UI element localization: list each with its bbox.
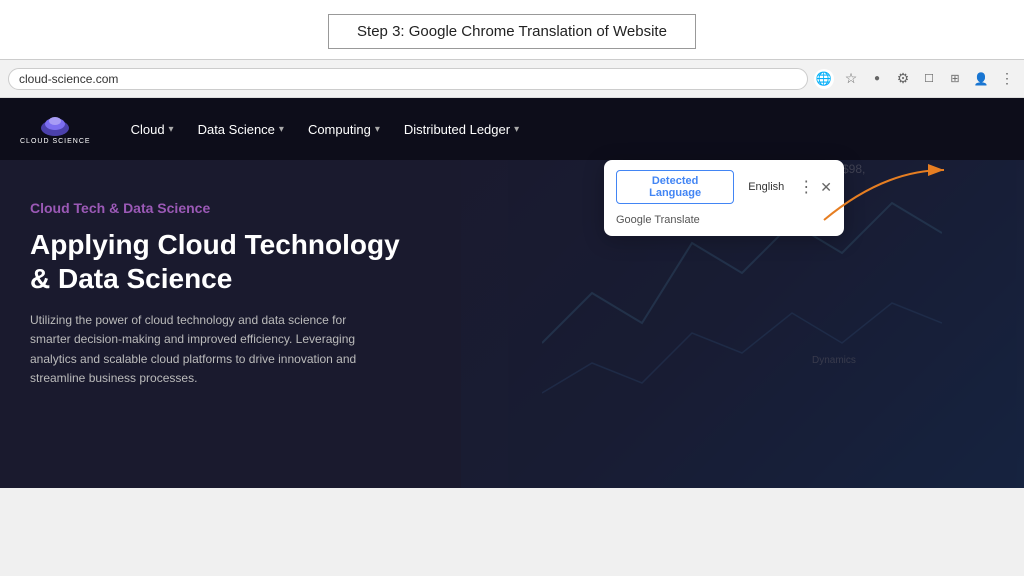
step-label-container: Step 3: Google Chrome Translation of Web… [0,0,1024,59]
nav-distributed-ledger-label: Distributed Ledger [404,122,510,137]
address-bar[interactable]: cloud-science.com [8,68,808,90]
nav-distributed-ledger-chevron: ▾ [514,124,519,135]
tab-icon[interactable]: ☐ [920,70,938,88]
nav-item-distributed-ledger[interactable]: Distributed Ledger ▾ [404,122,519,137]
nav-items: Cloud ▾ Data Science ▾ Computing ▾ Distr… [131,122,1004,137]
profile-circle-icon[interactable]: ● [868,70,886,88]
translate-popup-buttons-row: Detected Language English ⋮ ✕ [616,170,832,204]
nav-data-science-chevron: ▾ [279,124,284,135]
account-icon[interactable]: 👤 [972,70,990,88]
nav-computing-label: Computing [308,122,371,137]
nav-computing-chevron: ▾ [375,124,380,135]
url-text: cloud-science.com [19,72,118,86]
nav-item-computing[interactable]: Computing ▾ [308,122,380,137]
nav-cloud-chevron: ▾ [169,124,174,135]
more-options-icon[interactable]: ⋮ [998,70,1016,88]
website-content: $98, Dynamics CLOUD SCIENCE Cloud ▾ Data… [0,98,1024,488]
translate-icon[interactable]: 🌐 [814,69,834,89]
bookmark-icon[interactable]: ☆ [842,70,860,88]
nav-bar: CLOUD SCIENCE Cloud ▾ Data Science ▾ Com… [0,98,1024,160]
hero-title: Applying Cloud Technology & Data Science [30,228,410,295]
step-label: Step 3: Google Chrome Translation of Web… [328,14,696,49]
english-language-button[interactable]: English [740,177,792,197]
arrow-indicator [804,160,964,240]
logo-text: CLOUD SCIENCE [20,138,91,145]
nav-item-cloud[interactable]: Cloud ▾ [131,122,174,137]
nav-item-data-science[interactable]: Data Science ▾ [198,122,284,137]
browser-icons: 🌐 ☆ ● ⚙ ☐ ⊞ 👤 ⋮ [814,69,1016,89]
extension-icon[interactable]: ⚙ [894,70,912,88]
hero-description: Utilizing the power of cloud technology … [30,311,390,388]
logo-icon [39,114,71,136]
nav-data-science-label: Data Science [198,122,275,137]
detected-language-button[interactable]: Detected Language [616,170,734,204]
browser-toolbar: cloud-science.com 🌐 ☆ ● ⚙ ☐ ⊞ 👤 ⋮ [0,60,1024,98]
grid-icon[interactable]: ⊞ [946,70,964,88]
nav-cloud-label: Cloud [131,122,165,137]
google-translate-label: Google Translate [616,210,832,226]
logo-area: CLOUD SCIENCE [20,114,91,145]
browser-chrome: cloud-science.com 🌐 ☆ ● ⚙ ☐ ⊞ 👤 ⋮ [0,59,1024,98]
